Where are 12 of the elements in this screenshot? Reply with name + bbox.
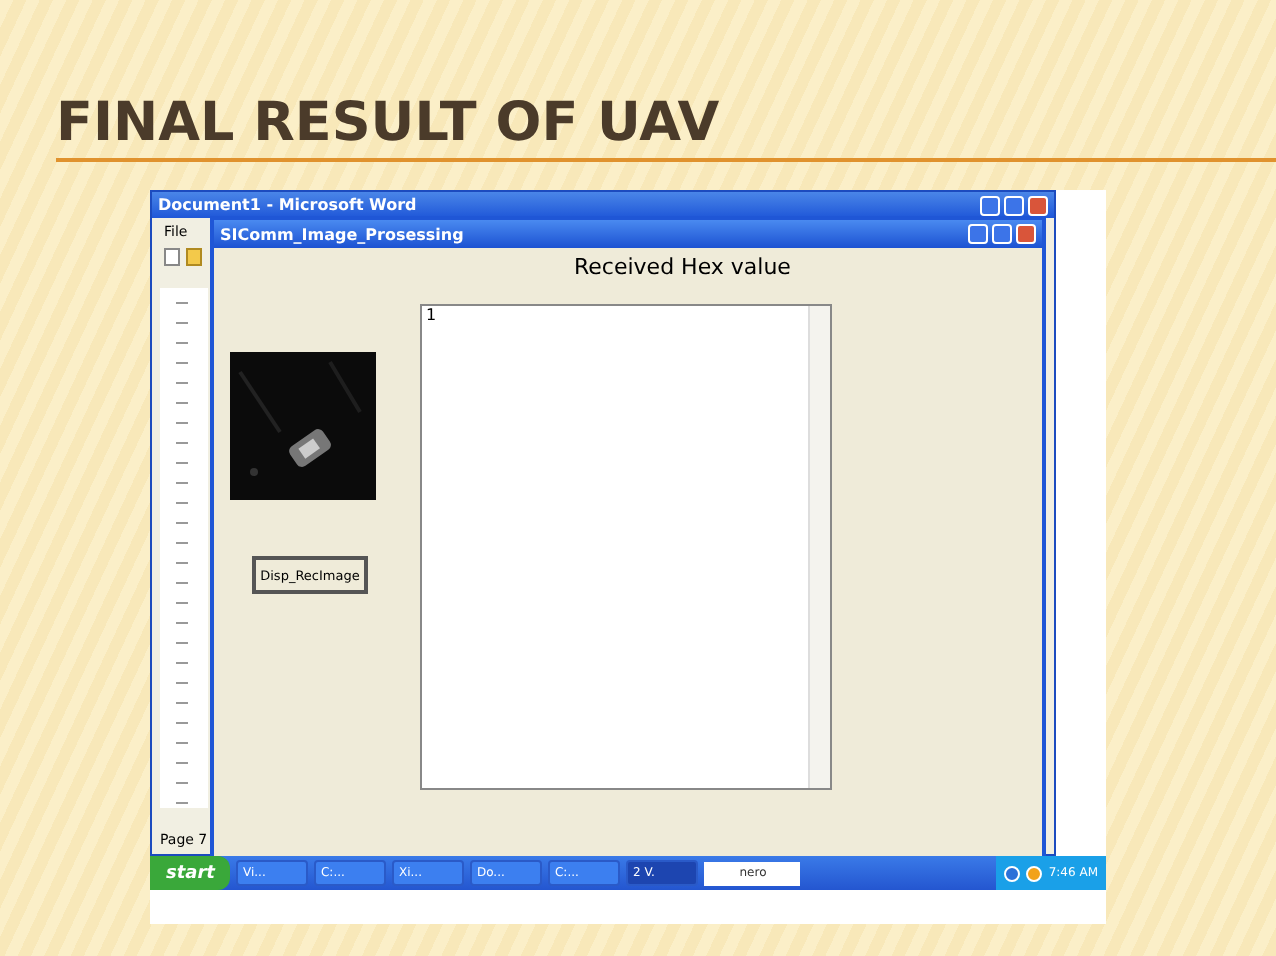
maximize-button[interactable]: [992, 224, 1012, 244]
text-value: 1: [426, 306, 437, 324]
window-title: Document1 - Microsoft Word: [158, 196, 417, 214]
restore-button[interactable]: [1004, 195, 1024, 215]
heading: Received Hex value: [574, 254, 791, 280]
folder-icon[interactable]: [186, 248, 202, 266]
scrollbar[interactable]: [808, 306, 830, 788]
start-button[interactable]: start: [150, 856, 231, 890]
new-document-icon[interactable]: [164, 248, 180, 266]
window-title: SIComm_Image_Prosessing: [220, 225, 464, 243]
text-area[interactable]: 1: [420, 304, 832, 790]
slide-title: FINAL RESULT OF UAV: [56, 92, 720, 154]
